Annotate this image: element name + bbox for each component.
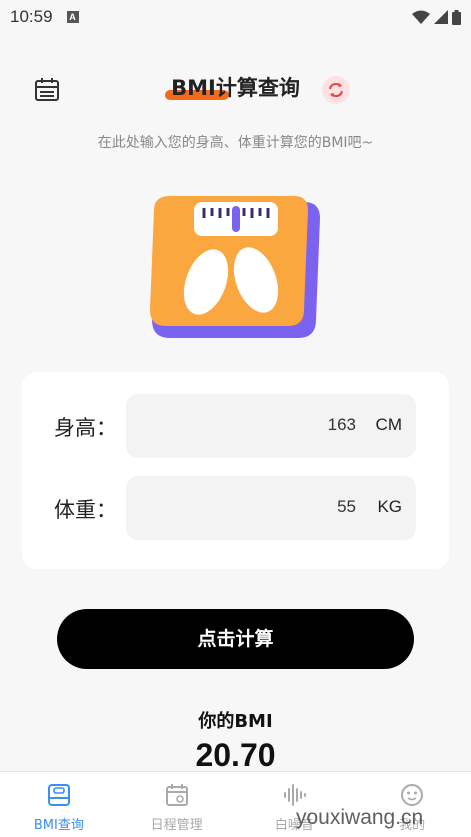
wifi-icon	[412, 10, 430, 24]
scale-illustration	[150, 196, 320, 338]
weight-value: 55	[337, 497, 356, 516]
scale-icon	[47, 784, 70, 806]
notification-badge: A	[66, 11, 79, 23]
bmi-result-value: 20.70	[195, 737, 276, 773]
height-row: 身高： 163 CM	[22, 394, 449, 458]
weight-row: 体重： 55 KG	[22, 476, 449, 540]
soundwave-icon	[284, 784, 307, 806]
face-icon	[401, 784, 424, 806]
height-value: 163	[327, 415, 356, 434]
tab-bmi[interactable]: BMI查询	[0, 772, 118, 837]
weight-input[interactable]: 55 KG	[126, 476, 416, 540]
tab-schedule-label: 日程管理	[150, 818, 203, 833]
refresh-icon[interactable]	[322, 76, 350, 104]
calendar-icon	[165, 784, 188, 806]
tab-bmi-label: BMI查询	[33, 818, 84, 833]
weight-unit: KG	[377, 497, 402, 516]
height-input[interactable]: 163 CM	[126, 394, 416, 458]
page-title-text: BMI计算查询	[171, 76, 300, 100]
signal-icon	[434, 10, 448, 24]
status-indicators	[412, 9, 461, 25]
weight-label: 体重：	[54, 498, 117, 522]
watermark: youxiwang.cn	[296, 806, 424, 829]
page-title: BMI计算查询	[165, 72, 300, 102]
height-unit: CM	[375, 415, 402, 434]
header: BMI计算查询	[0, 66, 471, 112]
result-label: 你的BMI	[198, 711, 273, 732]
status-bar: 10:59 A	[0, 0, 471, 34]
refresh-arrows-icon	[329, 82, 343, 98]
input-card: 身高： 163 CM 体重： 55 KG	[22, 372, 449, 569]
status-time: 10:59	[10, 7, 53, 26]
battery-icon	[452, 9, 461, 25]
height-label: 身高：	[54, 416, 117, 440]
tab-schedule[interactable]: 日程管理	[118, 772, 236, 837]
subtitle: 在此处输入您的身高、体重计算您的BMI吧~	[97, 135, 374, 151]
calculate-button[interactable]: 点击计算	[57, 609, 414, 669]
